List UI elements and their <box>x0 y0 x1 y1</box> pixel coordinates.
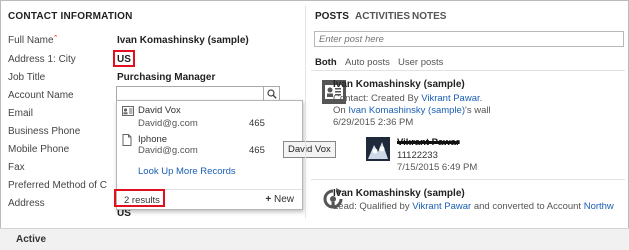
lookup-result-david-vox[interactable]: David Vox David@g.com 465 <box>117 103 302 133</box>
post-1-date: 6/29/2015 2:36 PM <box>333 117 414 128</box>
address-city-label: Address 1: City <box>8 54 76 65</box>
city-highlight-box <box>113 50 135 67</box>
author-link[interactable]: Vikrant Pawar <box>421 93 479 104</box>
filter-auto-posts[interactable]: Auto posts <box>345 57 390 68</box>
column-divider <box>305 6 306 218</box>
result-name: David Vox <box>138 105 181 116</box>
record-status: Active <box>16 234 47 245</box>
author-link[interactable]: Vikrant Pawar <box>412 201 471 212</box>
result-name: Iphone <box>138 134 168 145</box>
look-up-more-records-link[interactable]: Look Up More Records <box>138 166 236 177</box>
tab-posts[interactable]: POSTS <box>315 11 349 22</box>
fax-label: Fax <box>8 162 25 173</box>
result-phone: 465 <box>249 145 265 156</box>
plus-icon: + <box>265 194 272 205</box>
section-title: CONTACT INFORMATION <box>8 11 133 22</box>
account-name-lookup-input[interactable] <box>116 86 280 101</box>
reply-author[interactable]: Vikrant Pawar <box>397 137 460 148</box>
reply-text: 11122233 <box>397 150 438 161</box>
account-name-label: Account Name <box>8 90 74 101</box>
post-separator <box>311 179 625 180</box>
job-title-value[interactable]: Purchasing Manager <box>117 72 215 83</box>
lookup-search-button[interactable] <box>263 86 280 101</box>
full-name-label: Full Name* <box>8 35 57 46</box>
wall-link[interactable]: Ivan Komashinsky (sample) <box>348 105 465 116</box>
status-bar: Active <box>0 228 629 250</box>
new-record-button[interactable]: + New <box>265 194 294 205</box>
filter-user-posts[interactable]: User posts <box>398 57 443 68</box>
post-input[interactable] <box>314 31 624 47</box>
post-1-line-1: Contact: Created By Vikrant Pawar. <box>333 93 483 104</box>
result-email: David@g.com <box>138 118 198 129</box>
filter-both[interactable]: Both <box>315 57 337 68</box>
lookup-result-iphone[interactable]: Iphone David@g.com 465 <box>117 132 302 162</box>
job-title-label: Job Title <box>8 72 46 83</box>
tab-activities[interactable]: ACTIVITIES <box>355 11 410 22</box>
result-phone: 465 <box>249 118 265 129</box>
tooltip: David Vox <box>283 141 336 158</box>
post-2-line-1: Lead: Qualified by Vikrant Pawar and con… <box>333 201 614 212</box>
contact-card-icon <box>122 106 134 116</box>
result-email: David@g.com <box>138 145 198 156</box>
full-name-value[interactable]: Ivan Komashinsky (sample) <box>117 35 249 46</box>
preferred-method-label: Preferred Method of C <box>8 180 107 191</box>
email-label: Email <box>8 108 34 119</box>
avatar <box>366 137 390 161</box>
account-link[interactable]: Northw <box>584 201 614 212</box>
post-2-author[interactable]: Ivan Komashinsky (sample) <box>333 188 465 199</box>
tab-notes[interactable]: NOTES <box>412 11 446 22</box>
mobile-phone-label: Mobile Phone <box>8 144 70 155</box>
document-icon <box>122 134 132 146</box>
post-1-line-2: On Ivan Komashinsky (sample)'s wall <box>333 105 491 116</box>
reply-date: 7/15/2015 6:49 PM <box>397 162 478 173</box>
address-label: Address <box>8 198 45 209</box>
required-mark: * <box>53 35 58 43</box>
post-1-author[interactable]: Ivan Komashinsky (sample) <box>333 79 465 90</box>
result-count-highlight-box <box>114 189 165 207</box>
search-icon <box>266 88 277 99</box>
business-phone-label: Business Phone <box>8 126 81 137</box>
post-separator <box>311 70 625 71</box>
